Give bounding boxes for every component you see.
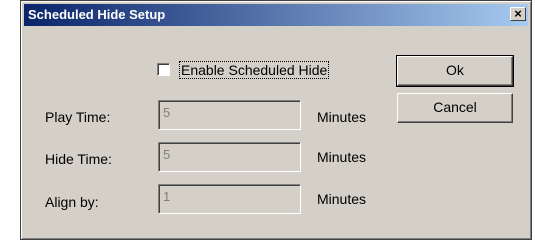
title-bar[interactable]: Scheduled Hide Setup × bbox=[24, 4, 528, 26]
window-title: Scheduled Hide Setup bbox=[28, 7, 166, 22]
play-time-input[interactable]: 5 bbox=[158, 100, 301, 130]
close-button[interactable]: × bbox=[510, 7, 526, 21]
align-by-label: Align by: bbox=[45, 194, 99, 210]
ok-button[interactable]: Ok bbox=[396, 55, 514, 87]
play-time-label: Play Time: bbox=[45, 109, 111, 125]
hide-time-unit: Minutes bbox=[317, 149, 367, 165]
cancel-button[interactable]: Cancel bbox=[397, 93, 513, 123]
scheduled-hide-dialog: Scheduled Hide Setup × Enable Scheduled … bbox=[20, 0, 532, 240]
play-time-unit: Minutes bbox=[317, 109, 367, 125]
align-by-input[interactable]: 1 bbox=[158, 184, 301, 214]
enable-scheduled-hide-checkbox[interactable] bbox=[157, 63, 170, 76]
align-by-unit: Minutes bbox=[317, 191, 367, 207]
hide-time-label: Hide Time: bbox=[45, 151, 112, 167]
enable-scheduled-hide-label[interactable]: Enable Scheduled Hide bbox=[179, 61, 330, 79]
hide-time-input[interactable]: 5 bbox=[158, 142, 301, 172]
close-icon: × bbox=[514, 6, 522, 21]
